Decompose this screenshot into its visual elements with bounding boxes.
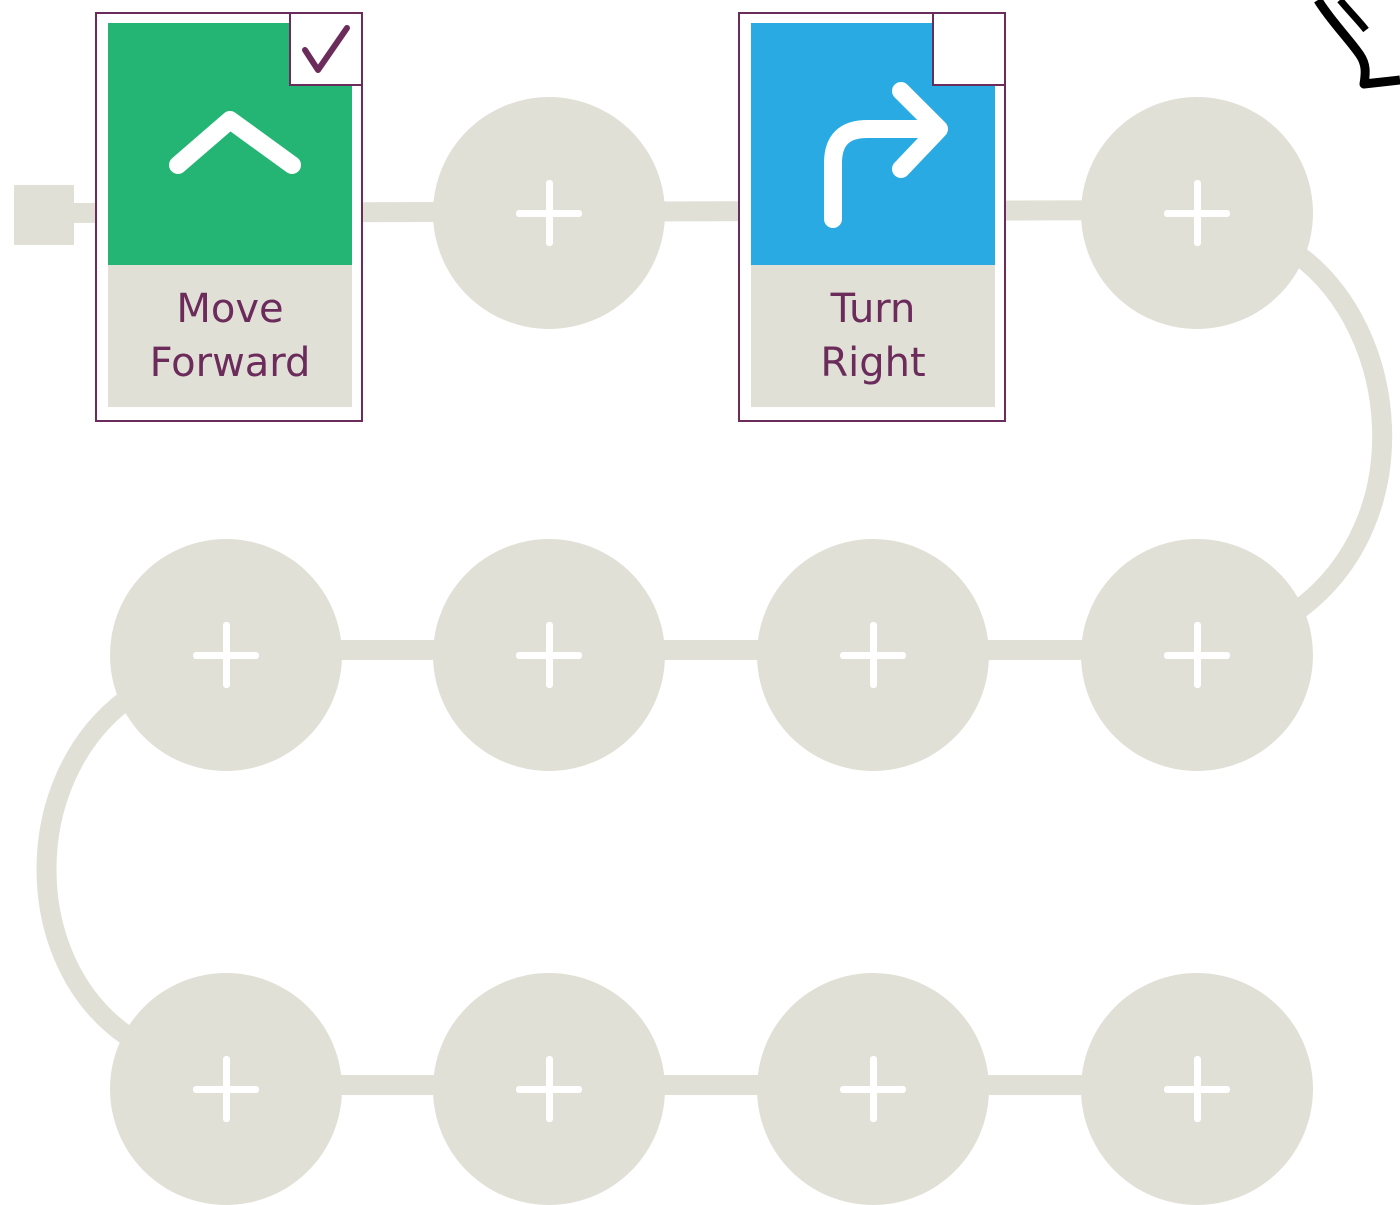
block-checkbox[interactable] xyxy=(932,12,1006,86)
block-checkbox[interactable] xyxy=(289,12,363,86)
checkmark-icon xyxy=(302,25,350,73)
empty-slot[interactable] xyxy=(1081,97,1313,329)
empty-slot[interactable] xyxy=(757,539,989,771)
robot-character-outline xyxy=(1314,0,1400,89)
empty-slot[interactable] xyxy=(757,973,989,1205)
empty-slot[interactable] xyxy=(433,973,665,1205)
empty-slot[interactable] xyxy=(433,539,665,771)
empty-slot[interactable] xyxy=(110,973,342,1205)
command-block-turn-right[interactable]: Turn Right xyxy=(738,12,1006,422)
empty-slot[interactable] xyxy=(433,97,665,329)
track-curve-left xyxy=(36,692,133,1044)
robot-character-outline-inner xyxy=(1337,0,1369,33)
block-label: Turn Right xyxy=(820,286,926,386)
empty-slot[interactable] xyxy=(110,539,342,771)
block-label-area: Turn Right xyxy=(751,265,995,407)
block-label: Move Forward xyxy=(149,286,311,386)
command-block-move-forward[interactable]: Move Forward xyxy=(95,12,363,422)
empty-slot[interactable] xyxy=(1081,539,1313,771)
track-curve-right xyxy=(1291,246,1392,619)
empty-slot[interactable] xyxy=(1081,973,1313,1205)
block-label-area: Move Forward xyxy=(108,265,352,407)
